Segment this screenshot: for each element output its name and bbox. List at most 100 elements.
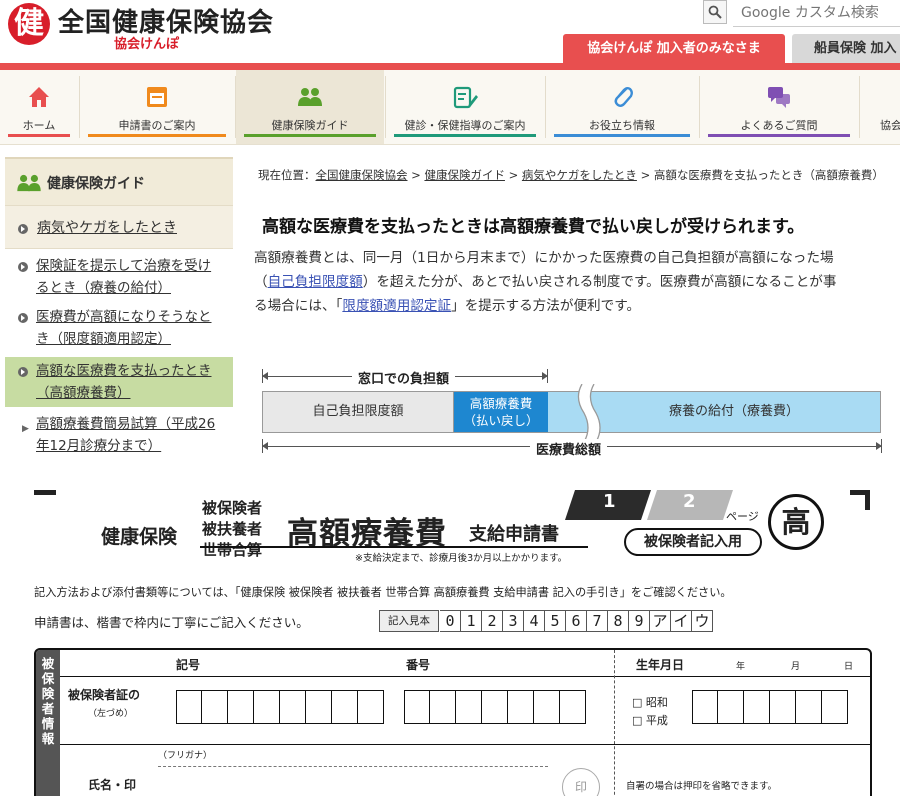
sidebar-item-label: 高額な医療費を支払ったとき (36, 363, 212, 379)
char-box[interactable] (482, 690, 508, 724)
form-who-labels: 被保険者 被扶養者 世帯合算 (202, 498, 262, 561)
search-input[interactable] (733, 0, 900, 27)
col-month: 月 (791, 662, 801, 672)
char-box[interactable] (306, 690, 332, 724)
form-note: ※支給決定まで、診療月後3か月以上かかります。 (355, 553, 568, 564)
page-tabs (565, 490, 733, 520)
nav-underline (394, 134, 536, 137)
col-bango: 番号 (406, 658, 431, 672)
furigana-label: （フリガナ） (158, 751, 213, 761)
char-box[interactable] (534, 690, 560, 724)
diagram-top-span: 窓口での負担額 (262, 368, 548, 387)
form-who: 被保険者 (202, 499, 263, 517)
tab-seamen[interactable]: 船員保険 加入 (792, 34, 900, 63)
link-self-pay-limit[interactable]: 自己負担限度額 (268, 274, 363, 290)
sample-char-cell: 1 (461, 610, 482, 632)
nav-label: 協会 (880, 119, 900, 132)
sidebar-item-treatment[interactable]: 保険証を提示して治療を受け るとき（療養の給付） (5, 255, 233, 299)
diagram-segment-high-cost: 高額療養費 （払い戻し） (454, 391, 548, 433)
bango-input[interactable] (404, 690, 586, 724)
breadcrumb-sep: > (508, 168, 519, 182)
sidebar-item-limit-cert[interactable]: 医療費が高額になりそうなと き（限度額適用認定） (5, 306, 233, 350)
breadcrumb-link[interactable]: 病気やケガをしたとき (522, 168, 637, 182)
link-limit-cert[interactable]: 限度額適用認定証 (342, 298, 451, 314)
char-box[interactable] (692, 690, 718, 724)
char-box[interactable] (430, 690, 456, 724)
sidebar-item-label: （高額療養費） (36, 385, 131, 401)
nav-guide[interactable]: 健康保険ガイド (236, 70, 384, 144)
form-title-rule (200, 546, 588, 548)
char-box[interactable] (796, 690, 822, 724)
para-line: 高額療養費とは、同一月（1日から月末まで）にかかった医療費の自己負担額が高額にな… (254, 250, 834, 266)
char-box[interactable] (202, 690, 228, 724)
char-box[interactable] (176, 690, 202, 724)
row-card-label: 被保険者証の (68, 688, 141, 702)
breadcrumb-link[interactable]: 健康保険ガイド (424, 168, 505, 182)
era-heisei[interactable]: □ 平成 (632, 712, 668, 728)
char-box[interactable] (560, 690, 586, 724)
sidebar-item-calculator[interactable]: ▶ 高額療養費簡易試算（平成26 年12月診療分まで） (5, 412, 233, 462)
seal-mark-icon: 印 (562, 768, 600, 796)
para-text: る場合には、「 (254, 298, 343, 314)
nav-faq[interactable]: よくあるご質問 (700, 70, 858, 144)
nav-association[interactable]: 協会 (860, 70, 900, 144)
sample-char-cell: 9 (629, 610, 650, 632)
form-table: 被保険者情報 記号 番号 生年月日 年 月 日 被保険者証の （左づめ） □ 昭… (34, 648, 872, 796)
kigo-input[interactable] (176, 690, 384, 724)
para-line: る場合には、「限度額適用認定証」を提示する方法が便利です。 (254, 294, 900, 318)
form-insurance-label: 健康保険 (101, 526, 178, 548)
crop-mark (865, 490, 870, 510)
nav-useful-info[interactable]: お役立ち情報 (546, 70, 698, 144)
breadcrumb-link[interactable]: 全国健康保険協会 (316, 168, 408, 182)
search-button[interactable] (703, 0, 727, 24)
era-showa[interactable]: □ 昭和 (632, 694, 668, 710)
diagram-segment-self-pay: 自己負担限度額 (262, 391, 454, 433)
diagram-bottom-label: 医療費総額 (530, 439, 608, 458)
sample-char-cell: 5 (545, 610, 566, 632)
col-kigo: 記号 (176, 658, 201, 672)
char-box[interactable] (280, 690, 306, 724)
nav-checkup[interactable]: 健診・保健指導のご案内 (386, 70, 544, 144)
sidebar-item-high-cost[interactable]: 高額な医療費を支払ったとき （高額療養費） (5, 357, 233, 407)
breadcrumb-prefix: 現在位置： (258, 168, 316, 182)
chat-bubble-icon (768, 87, 790, 108)
bullet-icon (18, 262, 28, 272)
breadcrumb: 現在位置：全国健康保険協会 > 健康保険ガイド > 病気やケガをしたとき > 高… (258, 167, 884, 183)
char-box[interactable] (404, 690, 430, 724)
sample-char-cell: 3 (503, 610, 524, 632)
char-box[interactable] (744, 690, 770, 724)
char-box[interactable] (228, 690, 254, 724)
page-label: ページ (726, 510, 759, 523)
side-label-bar: 被保険者情報 (36, 650, 60, 796)
char-box[interactable] (822, 690, 848, 724)
sign-note: 自署の場合は押印を省略できます。 (626, 781, 778, 792)
sample-char-cell: イ (671, 610, 692, 632)
char-box[interactable] (358, 690, 384, 724)
people-icon (298, 88, 322, 106)
logo-mark[interactable]: 健 (8, 3, 50, 45)
nav-forms[interactable]: 申請書のご案内 (80, 70, 234, 144)
bullet-icon (18, 313, 28, 323)
char-box[interactable] (332, 690, 358, 724)
tab-members[interactable]: 協会けんぽ 加入者のみなさま (563, 34, 785, 63)
sample-char-cell: 6 (566, 610, 587, 632)
sidebar-item-label: き（限度額適用認定） (36, 331, 171, 347)
paperclip-icon (614, 87, 633, 107)
char-box[interactable] (508, 690, 534, 724)
char-box[interactable] (770, 690, 796, 724)
sidebar-item-illness[interactable]: 病気やケガをしたとき (5, 205, 233, 249)
char-box[interactable] (254, 690, 280, 724)
nav-home[interactable]: ホーム (0, 70, 78, 144)
nav-label: 健康保険ガイド (271, 119, 349, 132)
people-icon (17, 174, 41, 192)
sample-char-cell: ウ (692, 610, 713, 632)
sidebar-title: 健康保険ガイド (47, 176, 145, 192)
breadcrumb-sep: > (640, 168, 651, 182)
para-text: ）を超えた分が、あとで払い戻される制度です。医療費が高額になることが事 (362, 274, 837, 290)
birthdate-input[interactable] (692, 690, 848, 724)
form-title-suffix: 支給申請書 (469, 524, 559, 545)
char-box[interactable] (718, 690, 744, 724)
char-box[interactable] (456, 690, 482, 724)
diagram-label: 療養の給付（療養費） (668, 404, 799, 419)
col-birth: 生年月日 (636, 658, 685, 672)
